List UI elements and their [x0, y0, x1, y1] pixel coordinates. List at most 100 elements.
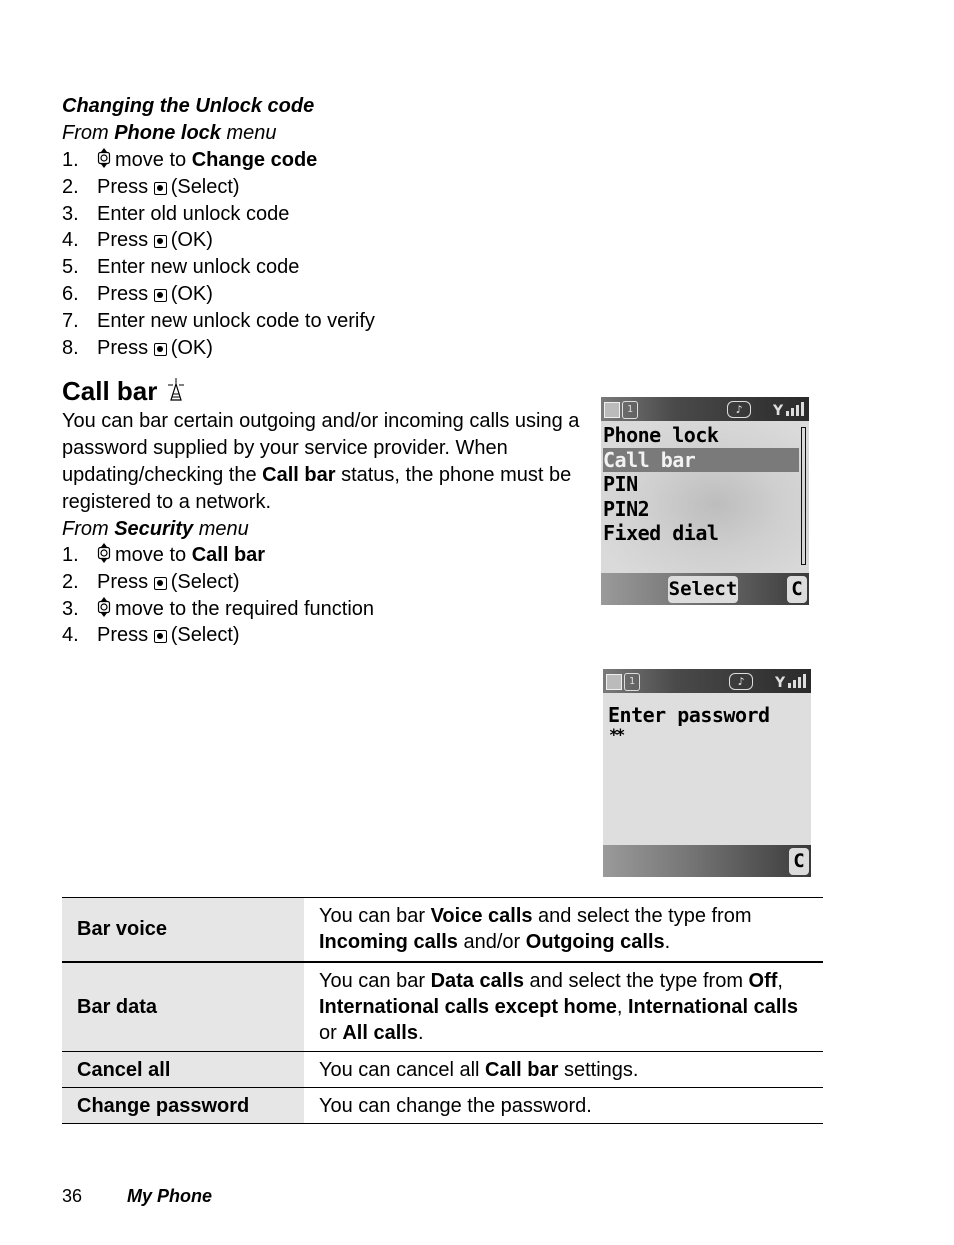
- step-number: 2.: [62, 175, 79, 198]
- menu-name: Phone lock: [114, 122, 221, 144]
- step-number: 8.: [62, 336, 79, 359]
- step-text: (Select): [170, 175, 240, 198]
- step-text: move to Call bar: [115, 544, 266, 566]
- battery-icon: [606, 674, 622, 690]
- phone-screen-enter-password: 1 ♪ Y Enter password ** C: [603, 669, 811, 877]
- signal-icon: Y: [774, 672, 809, 694]
- from-menu-line: From Security menu: [62, 516, 249, 543]
- heading-text: Call bar: [62, 376, 158, 406]
- password-prompt: Enter password: [608, 703, 770, 727]
- status-bar: 1 ♪ Y: [601, 397, 809, 421]
- select-key-icon: [153, 235, 167, 249]
- step-number: 1.: [62, 149, 79, 171]
- from-menu-line: From Phone lock menu: [62, 120, 277, 147]
- step-number: 7.: [62, 309, 79, 332]
- step-text: (Select): [170, 624, 240, 647]
- step-text: Press: [97, 570, 154, 593]
- from-prefix: From: [62, 518, 115, 540]
- step-item: 4. Press (Select): [62, 622, 240, 649]
- option-description: You can change the password.: [319, 1094, 592, 1117]
- step-item: 5. Enter new unlock code: [62, 254, 299, 281]
- step-text: (OK): [170, 283, 213, 305]
- step-text: (OK): [170, 229, 213, 252]
- step-number: 4.: [62, 229, 79, 252]
- line1-icon: 1: [624, 673, 640, 691]
- step-number: 2.: [62, 570, 79, 593]
- step-number: 3.: [62, 597, 79, 620]
- option-name: Cancel all: [62, 1051, 304, 1088]
- option-name: Bar data: [62, 961, 304, 1052]
- step-text: Enter old unlock code: [97, 202, 290, 225]
- menu-name: Security: [114, 518, 194, 540]
- svg-text:Y: Y: [775, 675, 786, 690]
- ringtone-icon: ♪: [729, 673, 753, 690]
- step-item: 1. move to Call bar: [62, 542, 265, 569]
- password-field[interactable]: **: [609, 725, 625, 744]
- select-key-icon: [153, 181, 167, 195]
- call-bar-options-table: Bar voice You can bar Voice calls and sel…: [62, 897, 823, 1124]
- step-item: 7. Enter new unlock code to verify: [62, 308, 375, 335]
- clear-softkey[interactable]: C: [789, 848, 809, 875]
- table-row: Bar voice You can bar Voice calls and sel…: [62, 897, 823, 962]
- section-heading: Call bar: [62, 374, 187, 407]
- step-item: 1. move to Change code: [62, 147, 317, 174]
- table-row: Cancel all You can cancel all Call bar se…: [62, 1051, 823, 1088]
- menu-item[interactable]: Phone lock: [603, 423, 719, 447]
- select-key-icon: [153, 342, 167, 356]
- footer-title: My Phone: [127, 1186, 213, 1206]
- step-text: Press: [97, 283, 154, 305]
- ringtone-icon: ♪: [727, 401, 751, 418]
- step-text: (Select): [170, 570, 240, 593]
- step-text: Press: [97, 624, 154, 647]
- step-item: 2. Press (Select): [62, 569, 240, 596]
- step-number: 6.: [62, 283, 79, 305]
- step-item: 6. Press (OK): [62, 281, 213, 308]
- line1-icon: 1: [622, 401, 638, 419]
- clear-softkey[interactable]: C: [787, 576, 807, 603]
- from-prefix: From: [62, 122, 115, 144]
- step-number: 3.: [62, 202, 79, 225]
- call-bar-description: You can bar certain outgoing and/or inco…: [62, 408, 582, 516]
- battery-icon: [604, 402, 620, 418]
- status-bar: 1 ♪ Y: [603, 669, 811, 693]
- step-text: Enter new unlock code: [97, 256, 300, 279]
- step-text: move to Change code: [115, 149, 318, 171]
- select-softkey[interactable]: Select: [668, 576, 738, 603]
- antenna-icon: [167, 378, 184, 401]
- step-text: Enter new unlock code to verify: [97, 309, 375, 332]
- step-item: 3. move to the required function: [62, 596, 374, 623]
- step-item: 3. Enter old unlock code: [62, 201, 289, 228]
- nav-key-icon: [97, 148, 111, 168]
- table-row: Bar data You can bar Data calls and selec…: [62, 961, 823, 1052]
- menu-item[interactable]: PIN2: [603, 497, 650, 521]
- page-number: 36: [62, 1186, 83, 1206]
- scrollbar[interactable]: [801, 427, 806, 565]
- menu-item[interactable]: Fixed dial: [603, 521, 719, 545]
- option-description: You can bar Data calls and select the ty…: [319, 969, 799, 1044]
- from-suffix: menu: [220, 122, 277, 144]
- step-number: 5.: [62, 256, 79, 279]
- para-bold: Call bar: [262, 464, 336, 486]
- step-number: 1.: [62, 544, 79, 566]
- select-key-icon: [153, 576, 167, 590]
- menu-item[interactable]: PIN: [603, 472, 638, 496]
- option-name: Change password: [62, 1087, 304, 1124]
- nav-key-icon: [97, 543, 111, 563]
- step-item: 4. Press (OK): [62, 227, 213, 254]
- select-key-icon: [153, 289, 167, 302]
- menu-item[interactable]: Call bar: [603, 447, 799, 472]
- select-key-icon: [153, 630, 167, 644]
- signal-icon: Y: [772, 400, 807, 422]
- step-number: 4.: [62, 624, 79, 647]
- step-text: Press: [97, 336, 154, 359]
- softkey-bar: Select C: [601, 573, 809, 605]
- option-description: You can cancel all Call bar settings.: [319, 1058, 639, 1081]
- step-item: 8. Press (OK): [62, 335, 213, 362]
- phone-screen-security-menu: 1 ♪ Y Phone lock Call bar PIN PIN2 Fixed dia…: [601, 397, 809, 605]
- step-text: Press: [97, 229, 154, 252]
- softkey-bar: C: [603, 845, 811, 877]
- nav-key-icon: [97, 596, 111, 617]
- step-item: 2. Press (Select): [62, 174, 240, 201]
- step-text: (OK): [170, 336, 213, 359]
- step-text: Press: [97, 175, 154, 198]
